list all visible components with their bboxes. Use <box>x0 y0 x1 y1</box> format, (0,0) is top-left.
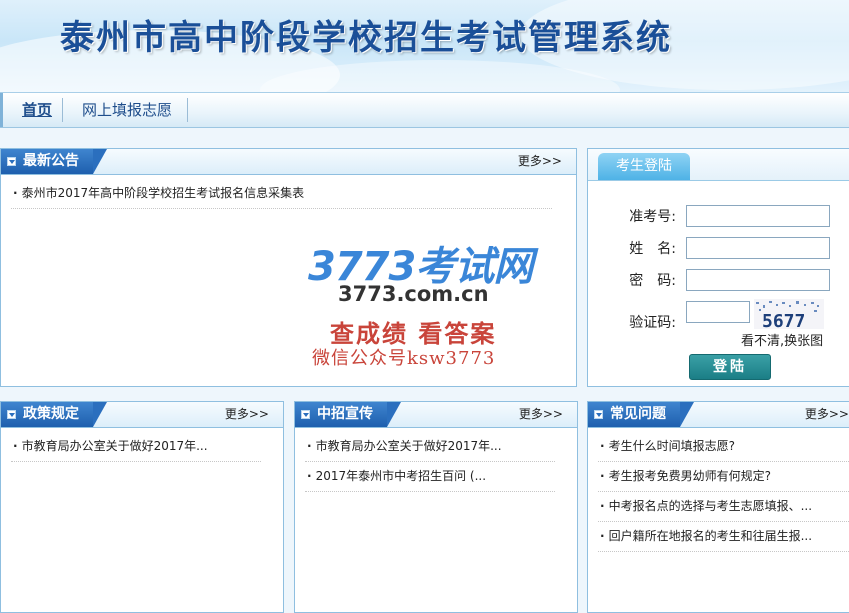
login-panel: 考生登陆 <box>587 148 849 387</box>
list-item[interactable]: 泰州市2017年高中阶段学校招生考试报名信息采集表 <box>11 179 552 209</box>
name-input[interactable] <box>686 237 830 259</box>
nav-fill-volunteer-link[interactable]: 网上填报志愿 <box>82 93 172 127</box>
nav-bar: 首页 网上填报志愿 <box>0 92 849 128</box>
collapse-icon <box>594 410 603 419</box>
announcements-title: 最新公告 <box>23 153 79 169</box>
list-item[interactable]: 考生报考免费男幼师有何规定? <box>598 462 849 492</box>
ticket-input[interactable] <box>686 205 830 227</box>
announcements-list: 泰州市2017年高中阶段学校招生考试报名信息采集表 <box>11 179 552 209</box>
list-item[interactable]: 市教育局办公室关于做好2017年... <box>11 432 261 462</box>
faq-panel: 常见问题 更多>> 考生什么时间填报志愿? 考生报考免费男幼师有何规定? 中考报… <box>587 401 849 613</box>
captcha-text: 5677 <box>762 311 805 329</box>
login-title: 考生登陆 <box>598 153 690 180</box>
promo-tab: 中招宣传 <box>295 402 401 427</box>
faq-more-link[interactable]: 更多>> <box>805 402 849 427</box>
list-item[interactable]: 2017年泰州市中考招生百问 (... <box>305 462 555 492</box>
announcements-more-link[interactable]: 更多>> <box>518 149 562 174</box>
policy-more-link[interactable]: 更多>> <box>225 402 269 427</box>
faq-tab: 常见问题 <box>588 402 694 427</box>
refresh-captcha-link[interactable]: 看不清,换张图 <box>741 330 823 349</box>
ticket-label: 准考号: <box>629 209 676 225</box>
captcha-input[interactable] <box>686 301 750 323</box>
captcha-image[interactable]: 5677 <box>754 299 824 329</box>
name-label: 姓 名: <box>629 241 676 257</box>
watermark-site: 3773.com.cn <box>338 282 489 306</box>
password-input[interactable] <box>686 269 830 291</box>
announcements-tab: 最新公告 <box>1 149 107 174</box>
password-label: 密 码: <box>629 273 676 289</box>
policy-tab: 政策规定 <box>1 402 107 427</box>
watermark-wechat: 微信公众号ksw3773 <box>312 348 496 369</box>
list-item[interactable]: 考生什么时间填报志愿? <box>598 432 849 462</box>
login-button[interactable]: 登陆 <box>689 354 771 380</box>
faq-title: 常见问题 <box>610 406 666 422</box>
site-title: 泰州市高中阶段学校招生考试管理系统 <box>60 18 672 58</box>
promo-more-link[interactable]: 更多>> <box>519 402 563 427</box>
list-item[interactable]: 回户籍所在地报名的考生和往届生报... <box>598 522 849 552</box>
collapse-icon <box>301 410 310 419</box>
collapse-icon <box>7 410 16 419</box>
policy-panel: 政策规定 更多>> 市教育局办公室关于做好2017年... <box>0 401 284 613</box>
watermark: 3773考试网 3773.com.cn 查成绩 看答案 微信公众号ksw3773 <box>300 234 560 374</box>
list-item[interactable]: 市教育局办公室关于做好2017年... <box>305 432 555 462</box>
policy-title: 政策规定 <box>23 406 79 422</box>
list-item[interactable]: 中考报名点的选择与考生志愿填报、... <box>598 492 849 522</box>
faq-list: 考生什么时间填报志愿? 考生报考免费男幼师有何规定? 中考报名点的选择与考生志愿… <box>598 432 849 552</box>
promo-panel: 中招宣传 更多>> 市教育局办公室关于做好2017年... 2017年泰州市中考… <box>294 401 578 613</box>
promo-list: 市教育局办公室关于做好2017年... 2017年泰州市中考招生百问 (... <box>305 432 555 492</box>
header-banner: 泰州市高中阶段学校招生考试管理系统 <box>0 0 849 92</box>
captcha-label: 验证码: <box>629 315 676 331</box>
collapse-icon <box>7 157 16 166</box>
nav-home-link[interactable]: 首页 <box>22 93 52 127</box>
promo-title: 中招宣传 <box>317 406 373 422</box>
policy-list: 市教育局办公室关于做好2017年... <box>11 432 261 462</box>
